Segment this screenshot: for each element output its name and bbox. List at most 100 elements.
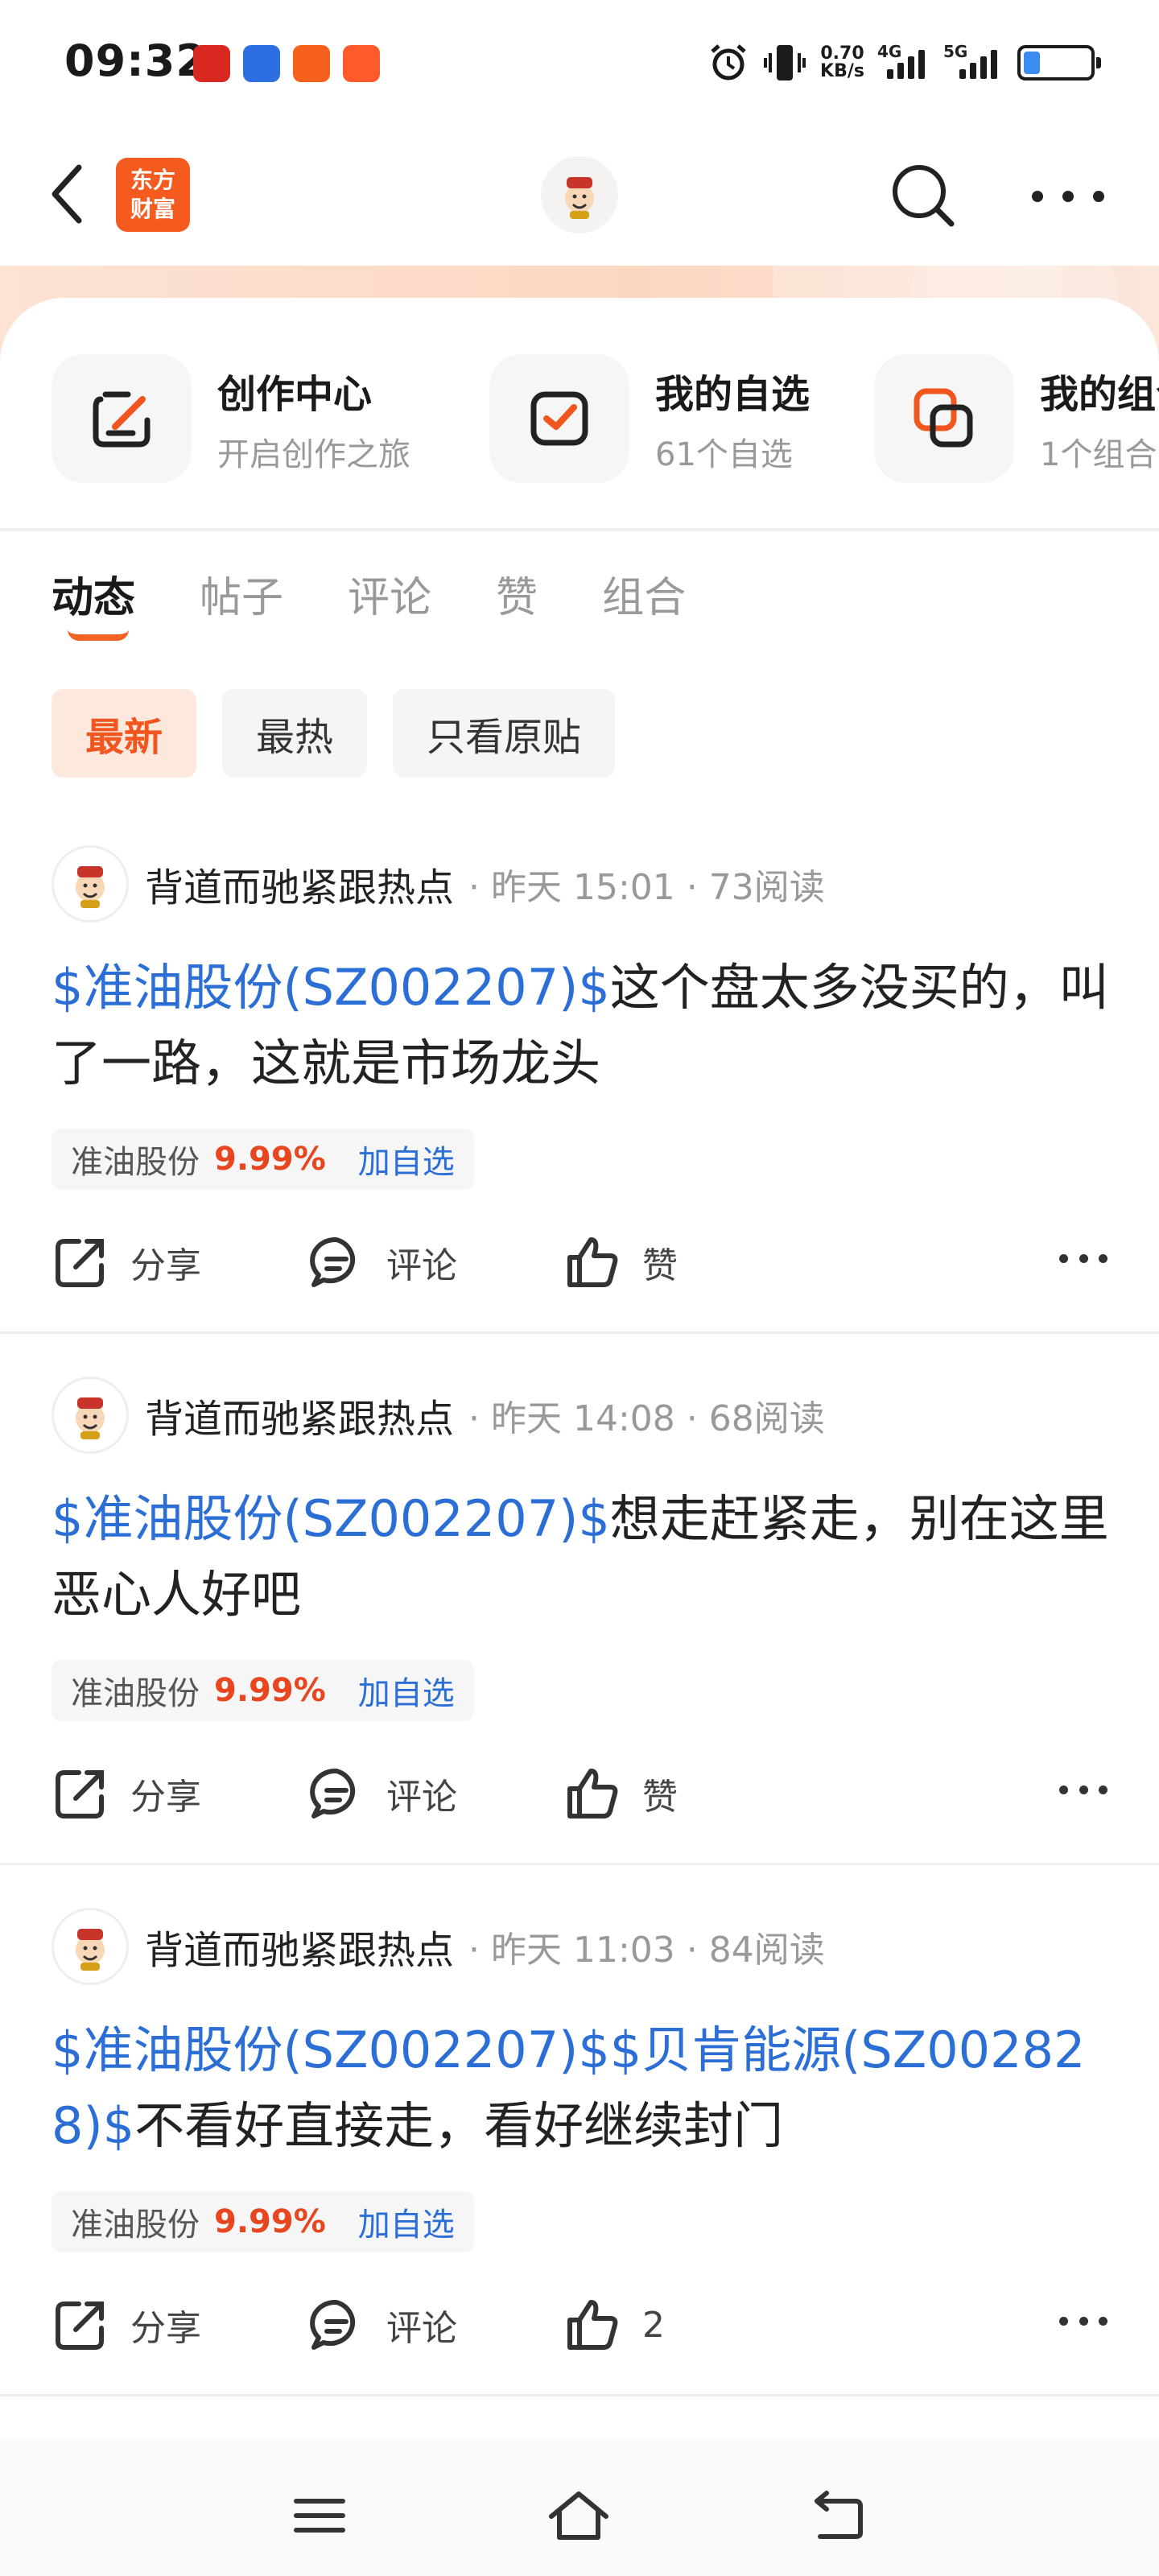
post-content[interactable]: $准油股份(SZ002207)$想走赶紧走，别在这里恶心人好吧 [52,1481,1114,1633]
quick-action-create[interactable]: 创作中心 开启创作之旅 [52,354,410,483]
chevron-left-icon [52,164,82,224]
more-dot-icon [1059,2317,1068,2326]
tab-comments[interactable]: 评论 [348,564,431,636]
like-button[interactable]: 2 [563,2296,665,2354]
stock-name: 准油股份 [71,2207,200,2244]
tab-label: 动态 [52,574,136,622]
tab-active-indicator [68,630,129,641]
post-more-button[interactable] [1059,2317,1107,2333]
share-button[interactable]: 分享 [52,2296,307,2354]
more-dot-icon [1059,1785,1068,1794]
brand-logo-line2: 财富 [130,196,175,222]
quick-actions-card: 创作中心 开启创作之旅 我的自选 61个自选 我的组合 1个组合 [0,298,1159,531]
back-button[interactable] [45,158,93,230]
more-dot-icon [1032,191,1043,202]
comment-icon [310,1236,356,1287]
watchlist-icon [489,354,629,483]
tab-label: 赞 [496,574,538,622]
quick-action-watchlist[interactable]: 我的自选 61个自选 [489,354,810,483]
alarm-icon [711,44,746,80]
post-content[interactable]: $准油股份(SZ002207)$$贝肯能源(SZ002828)$不看好直接走，看… [52,2013,1114,2164]
thumbs-up-icon [567,1237,618,1287]
quick-action-portfolio[interactable]: 我的组合 1个组合 [874,354,1159,483]
filter-hot[interactable]: 最热 [222,689,368,778]
author-name[interactable]: 背道而驰紧跟热点 [145,1918,454,1975]
like-button[interactable]: 赞 [563,1765,678,1823]
tab-portfolios[interactable]: 组合 [602,564,686,636]
section-divider [0,528,1159,531]
stock-link[interactable]: $准油股份(SZ002207)$ [52,958,610,1017]
like-label: 2 [642,2304,665,2346]
brand-logo-line1: 东方 [130,167,175,193]
share-button[interactable]: 分享 [52,1765,307,1823]
fortune-god-avatar-icon [76,1397,105,1439]
share-label: 分享 [130,1777,201,1818]
vibrate-icon [764,45,806,80]
more-dot-icon [1099,1785,1107,1794]
more-dot-icon [1079,1254,1088,1263]
comment-button[interactable]: 评论 [307,2296,563,2354]
add-watchlist-button[interactable]: 加自选 [358,1136,455,1183]
author-avatar[interactable] [52,845,129,923]
home-icon [549,2491,608,2540]
back-nav-button[interactable] [802,2479,874,2552]
stock-tag[interactable]: 准油股份 9.99% 加自选 [52,1660,474,1721]
post-header: 背道而驰紧跟热点 · 昨天 15:01 · 73阅读 [52,845,825,923]
app-icon-blue [243,45,280,82]
brand-logo: 东方 财富 [116,158,190,232]
author-avatar[interactable] [52,1908,129,1985]
tab-dynamics[interactable]: 动态 [52,564,136,641]
comment-button[interactable]: 评论 [307,1765,563,1823]
quick-action-title: 我的自选 [655,372,810,417]
battery-level [1024,52,1040,74]
status-time: 09:32 [64,35,207,86]
comment-button[interactable]: 评论 [307,1233,563,1291]
add-watchlist-button[interactable]: 加自选 [358,1667,455,1714]
author-name[interactable]: 背道而驰紧跟热点 [145,856,454,912]
post-header: 背道而驰紧跟热点 · 昨天 14:08 · 68阅读 [52,1377,825,1454]
search-icon [893,165,955,227]
post-more-button[interactable] [1059,1254,1107,1270]
quick-action-title: 创作中心 [217,372,373,417]
net-speed: 0.70 KB/s [820,45,864,80]
tab-label: 评论 [348,574,432,622]
tab-likes[interactable]: 赞 [496,564,538,636]
stock-tag[interactable]: 准油股份 9.99% 加自选 [52,2191,474,2252]
stock-name: 准油股份 [71,1144,200,1181]
more-dot-icon [1059,1254,1068,1263]
portfolio-icon [874,354,1014,483]
stock-name: 准油股份 [71,1675,200,1712]
search-button[interactable] [887,159,959,232]
more-dot-icon [1079,2317,1088,2326]
post-header: 背道而驰紧跟热点 · 昨天 11:03 · 84阅读 [52,1908,825,1985]
filter-chips: 最新 最热 只看原贴 [52,689,616,778]
post-divider [0,1863,1159,1865]
add-watchlist-button[interactable]: 加自选 [358,2198,455,2245]
post-text: 不看好直接走，看好继续封门 [134,2096,784,2155]
post-actions: 分享 评论 赞 [52,1753,1107,1834]
app-icon-orange [293,45,330,82]
app-icon-taobao [343,45,380,82]
stock-link[interactable]: $准油股份(SZ002207)$ [52,1489,610,1548]
quick-action-subtitle: 1个组合 [1040,436,1157,473]
filter-latest[interactable]: 最新 [52,689,197,778]
stock-change: 9.99% [214,1141,326,1178]
like-button[interactable]: 赞 [563,1233,678,1291]
home-button[interactable] [542,2479,615,2552]
share-button[interactable]: 分享 [52,1233,307,1291]
more-options-button[interactable] [1032,180,1104,213]
stock-tag[interactable]: 准油股份 9.99% 加自选 [52,1129,474,1190]
stock-change: 9.99% [214,2203,326,2240]
share-label: 分享 [130,2308,201,2349]
author-avatar[interactable] [52,1377,129,1454]
menu-button[interactable] [283,2479,356,2552]
post-content[interactable]: $准油股份(SZ002207)$这个盘太多没买的，叫了一路，这就是市场龙头 [52,950,1114,1101]
signal-5g-icon: 5G [943,42,1004,79]
tab-posts[interactable]: 帖子 [200,564,283,636]
more-dot-icon [1079,1785,1088,1794]
net-speed-unit: KB/s [820,61,864,81]
filter-original-only[interactable]: 只看原贴 [393,689,616,778]
author-name[interactable]: 背道而驰紧跟热点 [145,1387,454,1443]
profile-avatar[interactable] [541,156,618,233]
post-more-button[interactable] [1059,1785,1107,1802]
